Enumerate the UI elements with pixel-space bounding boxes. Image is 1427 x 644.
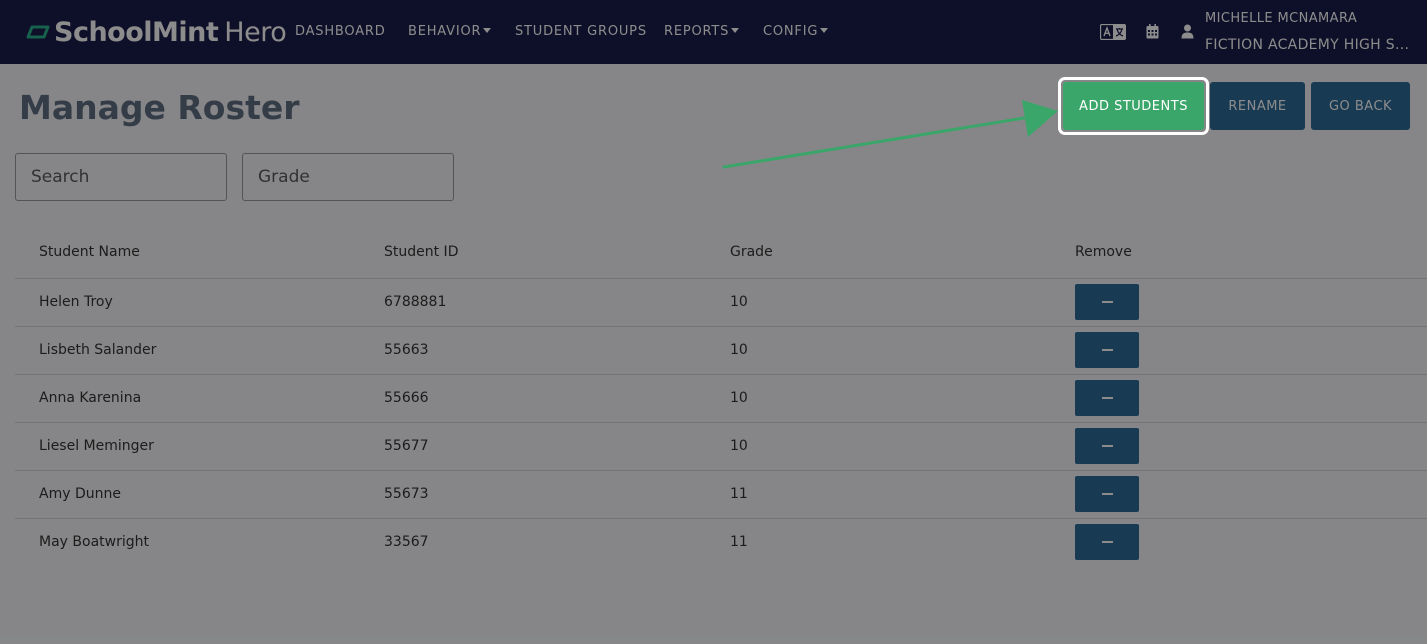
calendar-icon[interactable] (1146, 24, 1159, 39)
brand-name: SchoolMint Hero (54, 16, 287, 48)
student-id: 55673 (360, 470, 706, 519)
table-row: May Boatwright 33567 11 (15, 518, 1427, 566)
top-navigation-bar: SchoolMint Hero DASHBOARD BEHAVIOR STUDEN… (0, 0, 1427, 64)
student-grade: 11 (706, 470, 1051, 519)
rename-button[interactable]: RENAME (1210, 82, 1305, 130)
student-grade: 10 (706, 278, 1051, 327)
user-name[interactable]: MICHELLE MCNAMARA (1205, 11, 1357, 26)
header-student-name: Student Name (15, 227, 360, 279)
student-id: 55666 (360, 374, 706, 423)
header-grade: Grade (706, 227, 1051, 279)
user-icon[interactable] (1181, 24, 1194, 39)
grade-filter-input[interactable]: Grade (242, 153, 454, 201)
search-input[interactable]: Search (15, 153, 227, 201)
minus-icon (1101, 445, 1113, 447)
student-id: 6788881 (360, 278, 706, 327)
student-name: Liesel Meminger (15, 422, 360, 471)
minus-icon (1101, 397, 1113, 399)
go-back-button[interactable]: GO BACK (1311, 82, 1410, 130)
nav-reports[interactable]: REPORTS (664, 24, 740, 39)
table-row: Anna Karenina 55666 10 (15, 374, 1427, 423)
search-placeholder: Search (31, 167, 90, 187)
table-row: Helen Troy 6788881 10 (15, 278, 1427, 327)
page-title: Manage Roster (19, 88, 300, 127)
nav-student-groups[interactable]: STUDENT GROUPS (515, 24, 647, 39)
schoolmint-logo[interactable]: SchoolMint Hero (26, 16, 287, 48)
header-student-id: Student ID (360, 227, 706, 279)
student-name: Helen Troy (15, 278, 360, 327)
language-translate-icon[interactable] (1100, 24, 1126, 40)
student-id: 55677 (360, 422, 706, 471)
student-id: 33567 (384, 534, 429, 551)
remove-student-button[interactable] (1075, 284, 1139, 320)
student-name: Anna Karenina (15, 374, 360, 423)
remove-student-button[interactable] (1075, 380, 1139, 416)
student-grade: 10 (706, 326, 1051, 375)
caret-down-icon (731, 28, 740, 33)
logo-mark-icon (26, 25, 50, 39)
minus-icon (1101, 493, 1113, 495)
roster-table: Student Name Student ID Grade Remove Hel… (15, 227, 1427, 566)
caret-down-icon (483, 28, 492, 33)
student-grade: 10 (706, 422, 1051, 471)
table-row: Lisbeth Salander 55663 10 (15, 326, 1427, 375)
add-students-button[interactable]: ADD STUDENTS (1063, 82, 1204, 130)
student-grade: 11 (730, 534, 748, 551)
remove-student-button[interactable] (1075, 332, 1139, 368)
minus-icon (1101, 541, 1113, 544)
header-remove: Remove (1051, 227, 1427, 279)
student-name: Amy Dunne (15, 470, 360, 519)
grade-placeholder: Grade (258, 167, 310, 187)
minus-icon (1101, 349, 1113, 351)
school-name[interactable]: FICTION ACADEMY HIGH S... (1205, 37, 1415, 53)
student-grade: 10 (706, 374, 1051, 423)
remove-student-button[interactable] (1075, 428, 1139, 464)
minus-icon (1101, 301, 1113, 303)
remove-student-button[interactable] (1075, 524, 1139, 561)
nav-behavior[interactable]: BEHAVIOR (408, 24, 492, 39)
student-id: 55663 (360, 326, 706, 375)
caret-down-icon (820, 28, 829, 33)
table-row: Liesel Meminger 55677 10 (15, 422, 1427, 471)
student-name: Lisbeth Salander (15, 326, 360, 375)
table-header-row: Student Name Student ID Grade Remove (15, 227, 1427, 279)
nav-config[interactable]: CONFIG (763, 24, 829, 39)
table-row: Amy Dunne 55673 11 (15, 470, 1427, 519)
student-name: May Boatwright (39, 534, 149, 551)
remove-student-button[interactable] (1075, 476, 1139, 512)
nav-dashboard[interactable]: DASHBOARD (295, 24, 386, 39)
